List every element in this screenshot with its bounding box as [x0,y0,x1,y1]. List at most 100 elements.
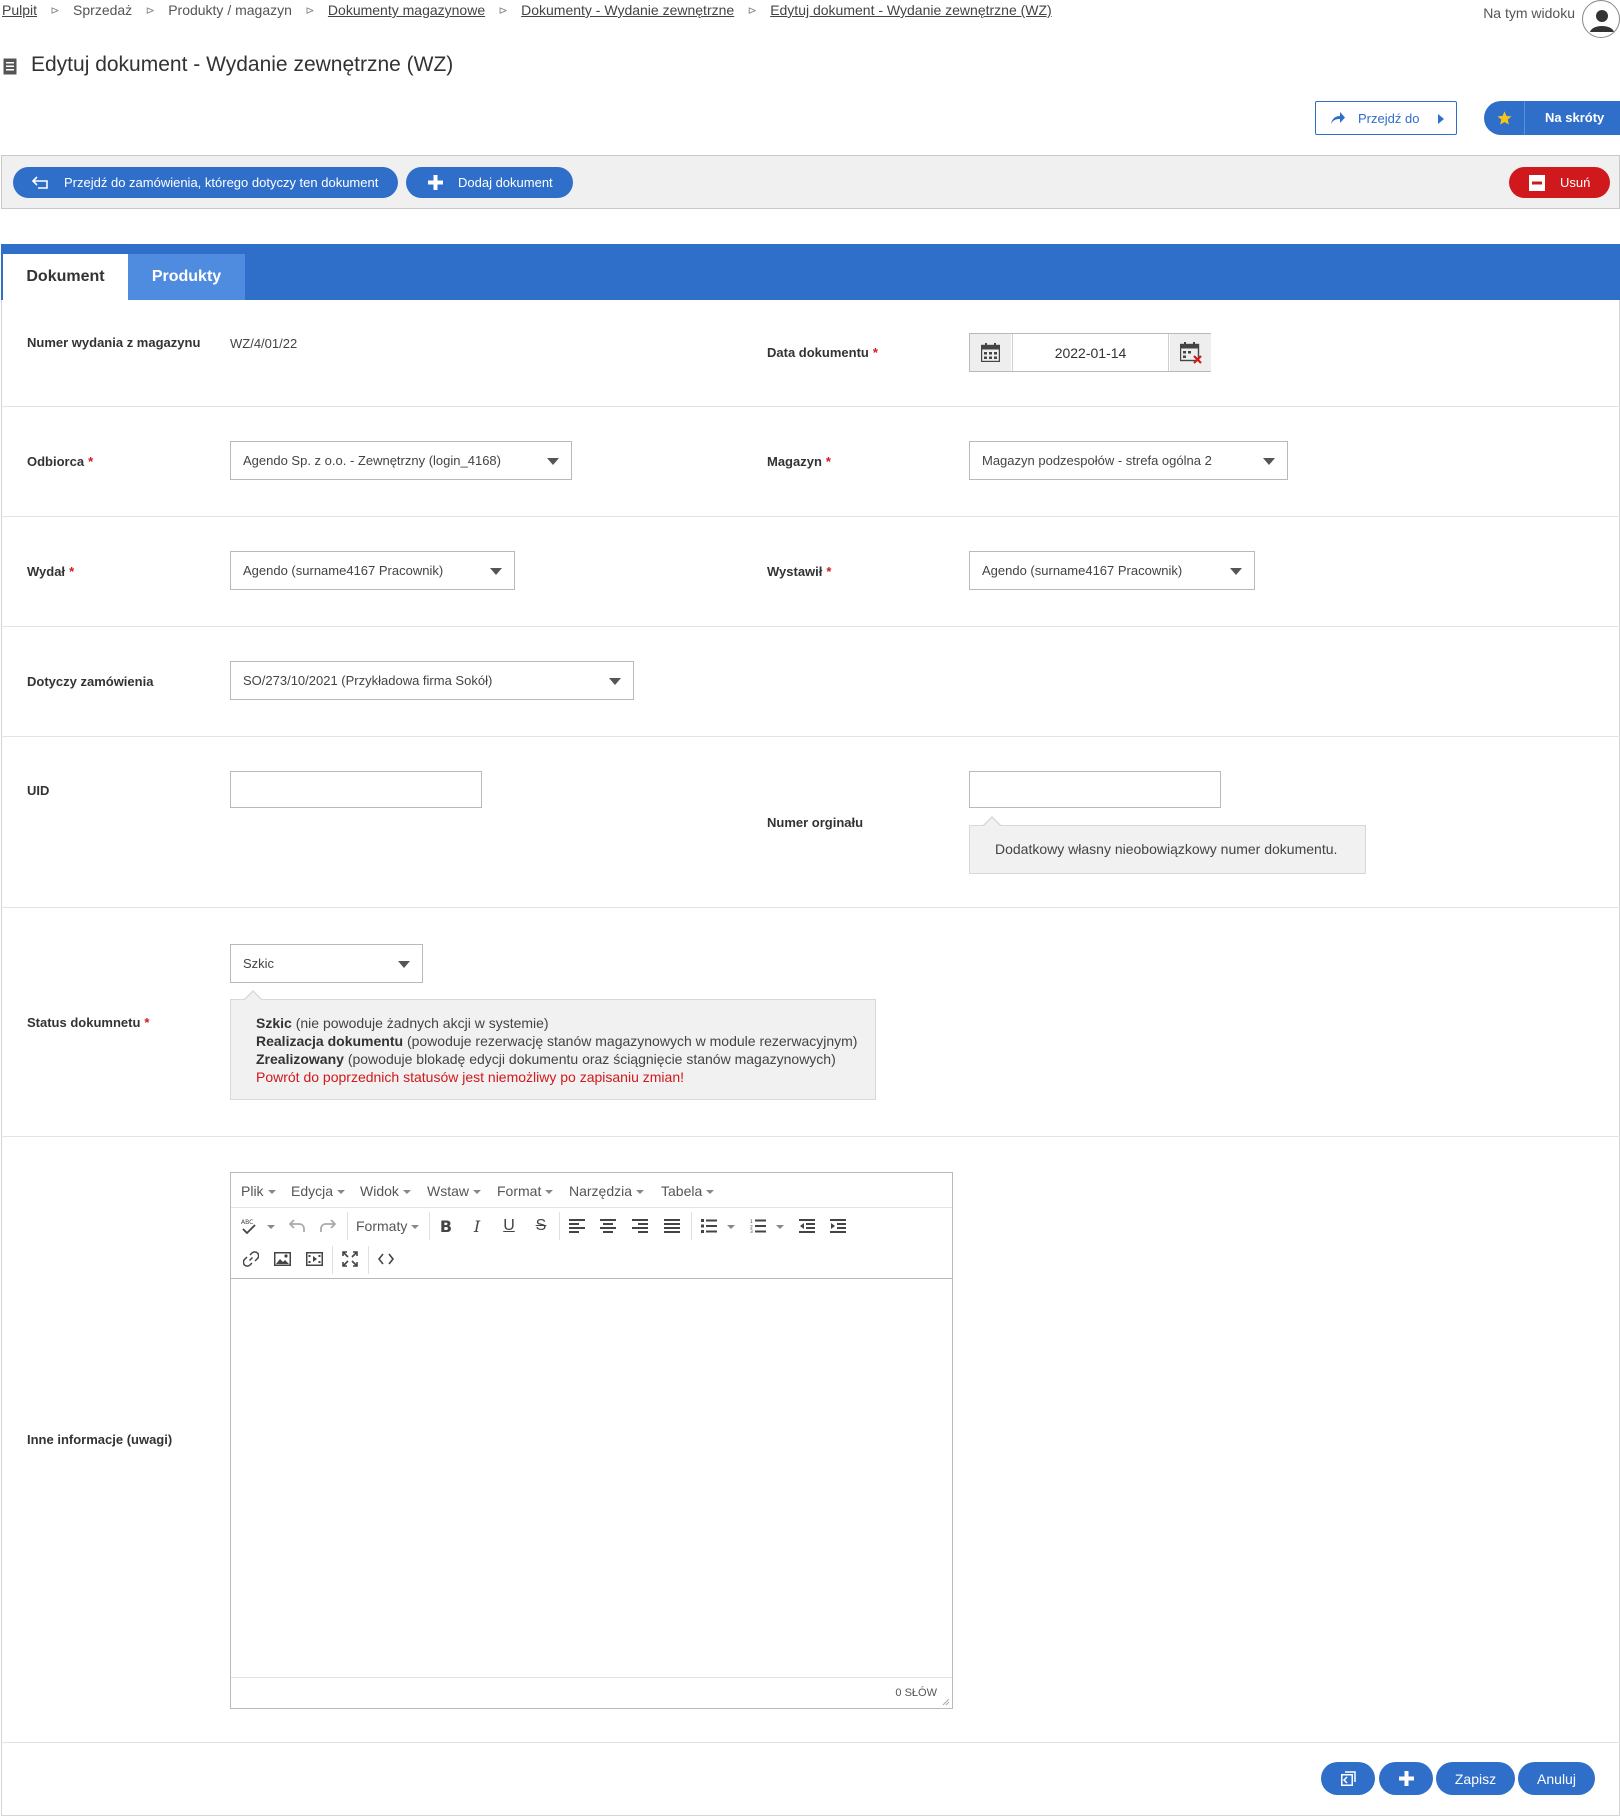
breadcrumb-separator: ⊳ [747,4,757,17]
original-number-label: Numer orginału [767,815,864,830]
status-hint-draft: Szkic (nie powoduje żadnych akcji w syst… [256,1015,549,1031]
breadcrumb-item-current[interactable]: Edytuj dokument - Wydanie zewnętrzne (WZ… [770,2,1052,18]
document-date-label: Data dokumentu * [767,345,878,360]
menu-file-label: Plik [241,1183,264,1199]
spellcheck-icon[interactable]: ABC [236,1213,262,1239]
breadcrumb-item-warehouse-docs[interactable]: Dokumenty magazynowe [328,2,485,18]
calendar-button[interactable] [970,334,1011,371]
original-number-hint-text: Dodatkowy własny nieobowiązkowy numer do… [995,841,1338,857]
outdent-icon[interactable] [794,1213,820,1239]
plus-icon [1398,1771,1414,1786]
notes-label: Inne informacje (uwagi) [27,1432,173,1447]
numbered-list-icon[interactable]: 123 [745,1213,771,1239]
uid-label: UID [27,783,50,798]
chevron-down-icon [706,1190,715,1195]
tab-produkty[interactable]: Produkty [128,254,245,300]
row-divider [1,736,1620,737]
spellcheck-caret-icon[interactable] [267,1225,275,1229]
status-select[interactable]: Szkic [230,944,423,983]
shortcuts-button[interactable]: Na skróty [1484,101,1620,135]
row-divider [1,1742,1620,1743]
image-icon[interactable] [269,1246,295,1272]
svg-text:3: 3 [750,1229,753,1233]
editor-menubar: Plik Edycja Widok Wstaw Format Narzędzia… [231,1173,952,1208]
recipient-select-value: Agendo Sp. z o.o. - Zewnętrzny (login_41… [243,453,501,468]
breadcrumb-item-wz-docs[interactable]: Dokumenty - Wydanie zewnętrzne [521,2,734,18]
warehouse-select-value: Magazyn podzespołów - strefa ogólna 2 [982,453,1212,468]
created-by-label-text: Wystawił [767,564,823,579]
indent-icon[interactable] [825,1213,851,1239]
menu-file[interactable]: Plik [241,1183,276,1199]
italic-icon[interactable]: I [464,1213,490,1239]
created-by-select[interactable]: Agendo (surname4167 Pracownik) [969,551,1255,590]
breadcrumb-item-pulpit[interactable]: Pulpit [2,2,37,18]
save-and-return-button[interactable] [1321,1762,1375,1795]
cancel-button[interactable]: Anuluj [1518,1762,1595,1795]
strikethrough-icon[interactable]: S [528,1213,554,1239]
media-icon[interactable] [301,1246,327,1272]
row-divider [1,516,1620,517]
chevron-down-icon [411,1225,420,1230]
goto-order-button[interactable]: Przejdź do zamówienia, którego dotyczy t… [13,167,398,198]
menu-view[interactable]: Widok [360,1183,411,1199]
bullet-list-icon[interactable] [696,1213,722,1239]
undo-icon[interactable] [284,1213,310,1239]
shortcuts-button-label: Na skróty [1545,110,1605,125]
bold-icon[interactable]: B [433,1213,459,1239]
align-right-icon[interactable] [627,1213,653,1239]
underline-icon[interactable]: U [496,1213,522,1239]
menu-edit[interactable]: Edycja [291,1183,346,1199]
clear-date-button[interactable] [1170,334,1211,371]
issued-by-select[interactable]: Agendo (surname4167 Pracownik) [230,551,515,590]
goto-button[interactable]: Przejdź do [1315,101,1457,135]
editor-content-area[interactable] [231,1278,952,1678]
status-draft-name: Szkic [256,1015,292,1031]
original-number-hint: Dodatkowy własny nieobowiązkowy numer do… [969,816,1366,874]
required-marker: * [69,564,75,579]
page-title: Edytuj dokument - Wydanie zewnętrzne (WZ… [31,53,454,76]
align-center-icon[interactable] [595,1213,621,1239]
toolbar-separator [429,1212,430,1240]
breadcrumb-item-sprzedaz: Sprzedaż [73,2,133,18]
resize-handle-icon[interactable] [941,1697,950,1706]
align-left-icon[interactable] [564,1213,590,1239]
toolbar-separator [368,1246,369,1274]
related-order-select-value: SO/273/10/2021 (Przykładowa firma Sokół) [243,673,493,688]
created-by-label: Wystawił * [767,564,831,579]
tab-dokument[interactable]: Dokument [3,254,128,300]
warehouse-select[interactable]: Magazyn podzespołów - strefa ogólna 2 [969,441,1288,480]
align-justify-icon[interactable] [659,1213,685,1239]
status-draft-desc: (nie powoduje żadnych akcji w systemie) [295,1015,549,1031]
fullscreen-icon[interactable] [337,1246,363,1272]
recipient-select[interactable]: Agendo Sp. z o.o. - Zewnętrzny (login_41… [230,441,572,480]
menu-table[interactable]: Tabela [661,1183,715,1199]
original-number-input[interactable] [969,771,1221,808]
redo-icon[interactable] [315,1213,341,1239]
save-button[interactable]: Zapisz [1436,1762,1515,1795]
return-arrow-icon [32,176,48,189]
status-hint-warning: Powrót do poprzednich statusów jest niem… [256,1069,684,1085]
goto-order-label: Przejdź do zamówienia, którego dotyczy t… [64,175,379,190]
date-input[interactable]: 2022-01-14 [1012,334,1169,371]
status-label: Status dokumnetu * [27,1015,149,1030]
source-code-icon[interactable] [373,1246,399,1272]
delete-button[interactable]: Usuń [1509,167,1610,198]
add-document-button[interactable]: Dodaj dokument [406,167,573,198]
save-and-add-button[interactable] [1379,1762,1433,1795]
uid-input[interactable] [230,771,482,808]
breadcrumb-separator: ⊳ [498,4,508,17]
created-by-select-value: Agendo (surname4167 Pracownik) [982,563,1183,578]
numbered-list-caret-icon[interactable] [776,1225,784,1229]
menu-insert[interactable]: Wstaw [427,1183,481,1199]
menu-tools[interactable]: Narzędzia [569,1183,645,1199]
formats-dropdown[interactable]: Formaty [356,1218,420,1234]
row-divider [1,626,1620,627]
breadcrumb-separator: ⊳ [305,4,315,17]
related-order-select[interactable]: SO/273/10/2021 (Przykładowa firma Sokół) [230,661,634,700]
share-arrow-icon [1331,112,1345,124]
bullet-list-caret-icon[interactable] [727,1225,735,1229]
user-avatar-icon[interactable] [1582,0,1620,38]
menu-format[interactable]: Format [497,1183,554,1199]
chevron-down-icon [337,1190,346,1195]
link-icon[interactable] [238,1246,264,1272]
